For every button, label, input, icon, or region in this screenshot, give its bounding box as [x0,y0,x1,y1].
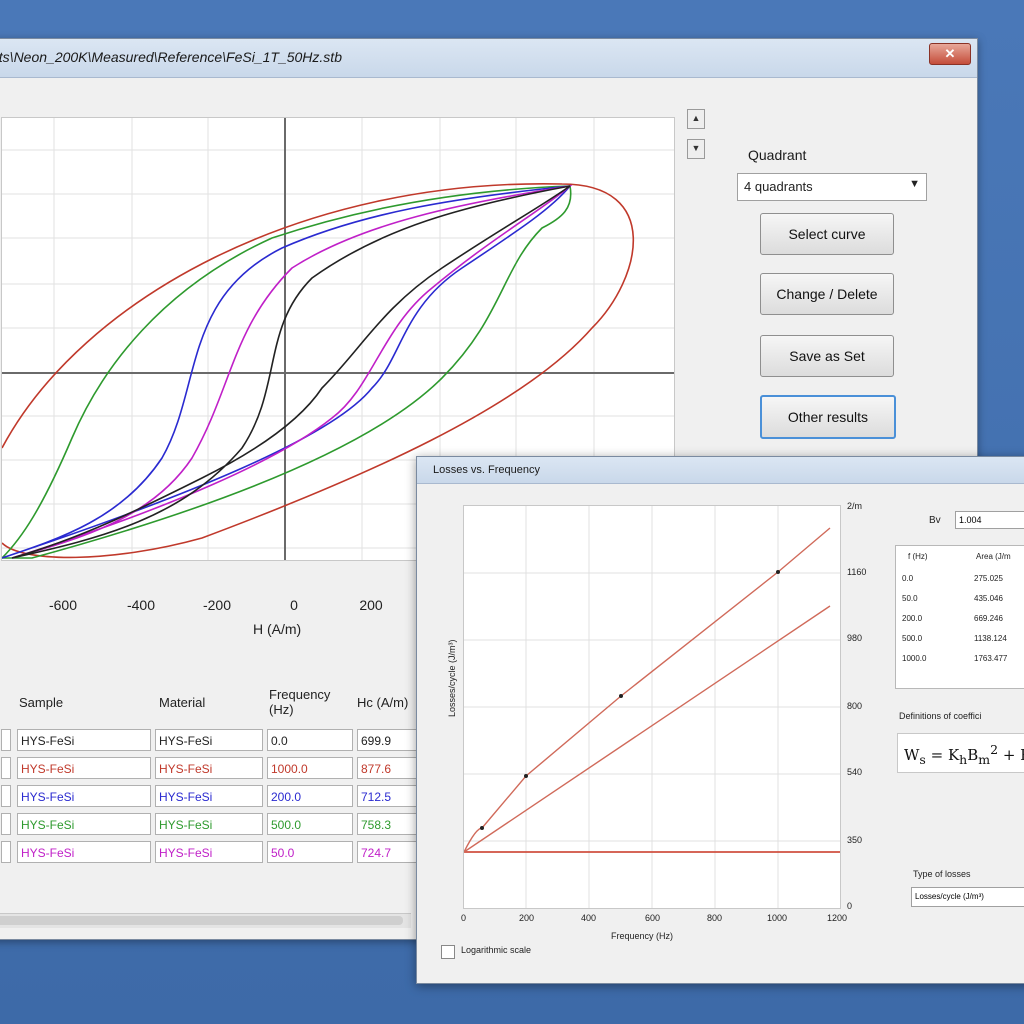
results-cell: 669.246 [974,614,1003,623]
x-tick: 600 [645,913,661,923]
bv-field[interactable]: 1.004 [955,511,1024,529]
cell-material: HYS-FeSi [155,785,263,807]
cell-material: HYS-FeSi [155,841,263,863]
x-axis-label: H (A/m) [253,621,302,637]
cell-hc: 758.3 [357,813,421,835]
results-cell: 200.0 [902,614,923,623]
cell-frequency: 1000.0 [267,757,353,779]
log-scale-checkbox[interactable] [441,945,455,959]
x-tick: 800 [707,913,723,923]
y-axis-label: Losses/cycle (J/m³) [447,639,457,717]
definitions-label: Definitions of coeffici [899,711,982,721]
y-tick: 350 [847,835,863,845]
title-bar[interactable]: nts\Neon_200K\Measured\Reference\FeSi_1T… [0,39,977,78]
y-tick: 2/m [847,501,863,511]
results-cell: 50.0 [902,594,918,603]
window-title: nts\Neon_200K\Measured\Reference\FeSi_1T… [0,49,342,65]
save-as-set-button[interactable]: Save as Set [760,335,894,377]
col-header-material[interactable]: Material [159,695,205,731]
cell-frequency: 500.0 [267,813,353,835]
results-header-f: f (Hz) [908,552,928,561]
quadrant-label: Quadrant [748,147,807,163]
y-tick: 800 [847,701,863,711]
y-tick: 980 [847,633,863,643]
losses-title-bar[interactable]: Losses vs. Frequency [417,457,1024,484]
cell-material: HYS-FeSi [155,757,263,779]
loss-type-select[interactable]: Losses/cycle (J/m³) [911,887,1024,907]
cell-hc: 699.9 [357,729,421,751]
horizontal-scrollbar[interactable] [0,913,411,928]
scrollbar-thumb[interactable] [0,916,403,925]
dynamic-loss-line [463,605,831,853]
results-cell: 275.025 [974,574,1003,583]
x-tick: -600 [48,597,78,613]
results-header-area: Area (J/m [976,552,1011,561]
results-cell: 1763.477 [974,654,1008,663]
row-selector[interactable] [1,813,11,835]
table-row[interactable]: HYS-FeSi HYS-FeSi 500.0 758.3 [1,811,421,837]
results-cell: 1000.0 [902,654,927,663]
x-tick: 400 [581,913,597,923]
cell-sample: HYS-FeSi [17,757,151,779]
cell-hc: 724.7 [357,841,421,863]
col-header-hc[interactable]: Hc (A/m) [357,695,408,731]
cell-frequency: 200.0 [267,785,353,807]
change-delete-button[interactable]: Change / Delete [760,273,894,315]
losses-window-title: Losses vs. Frequency [433,464,540,476]
losses-plot[interactable] [463,505,841,909]
results-table: f (Hz) Area (J/m 0.0 275.025 50.0 435.04… [895,545,1024,689]
cell-sample: HYS-FeSi [17,813,151,835]
losses-chart [463,506,840,908]
x-tick: -400 [126,597,156,613]
x-tick: 0 [461,913,467,923]
close-button[interactable]: ✕ [929,43,971,65]
results-cell: 0.0 [902,574,914,583]
cell-sample: HYS-FeSi [17,785,151,807]
x-tick: 1200 [827,913,848,923]
loss-type-label: Type of losses [913,869,971,879]
row-selector[interactable] [1,785,11,807]
row-selector[interactable] [1,729,11,751]
row-selector[interactable] [1,757,11,779]
table-row[interactable]: HYS-FeSi HYS-FeSi 1000.0 877.6 [1,755,421,781]
results-cell: 500.0 [902,634,923,643]
table-row[interactable]: HYS-FeSi HYS-FeSi 0.0 699.9 [1,727,421,753]
col-header-frequency[interactable]: Frequency (Hz) [269,687,353,723]
y-tick: 540 [847,767,863,777]
loss-formula: Ws = KhBm2 + K [897,733,1024,773]
x-tick: -200 [202,597,232,613]
x-tick: 200 [519,913,535,923]
bv-label: Bv [929,515,941,526]
x-tick: 0 [290,597,298,613]
cell-hc: 877.6 [357,757,421,779]
total-loss-curve [463,527,831,853]
y-tick: 1160 [847,567,867,577]
cell-hc: 712.5 [357,785,421,807]
cell-material: HYS-FeSi [155,813,263,835]
table-row[interactable]: HYS-FeSi HYS-FeSi 200.0 712.5 [1,783,421,809]
cell-sample: HYS-FeSi [17,729,151,751]
results-cell: 1138.124 [974,634,1007,643]
row-selector[interactable] [1,841,11,863]
cell-material: HYS-FeSi [155,729,263,751]
other-results-button[interactable]: Other results [760,395,896,439]
cell-frequency: 0.0 [267,729,353,751]
cell-frequency: 50.0 [267,841,353,863]
chevron-down-icon: ▼ [909,178,920,190]
quadrant-value: 4 quadrants [744,179,813,194]
cell-sample: HYS-FeSi [17,841,151,863]
x-tick: 200 [359,597,383,613]
results-cell: 435.046 [974,594,1003,603]
col-header-sample[interactable]: Sample [19,695,63,731]
log-scale-label: Logarithmic scale [461,945,532,955]
y-tick: 0 [847,901,853,911]
spin-down-button[interactable]: ▼ [687,139,705,159]
spin-up-button[interactable]: ▲ [687,109,705,129]
select-curve-button[interactable]: Select curve [760,213,894,255]
x-tick: 1000 [767,913,788,923]
quadrant-select[interactable]: 4 quadrants ▼ [737,173,927,201]
x-axis-label: Frequency (Hz) [611,931,674,941]
table-row[interactable]: HYS-FeSi HYS-FeSi 50.0 724.7 [1,839,421,865]
losses-window: Losses vs. Frequency Losses/cycle (J/m³)… [416,456,1024,984]
